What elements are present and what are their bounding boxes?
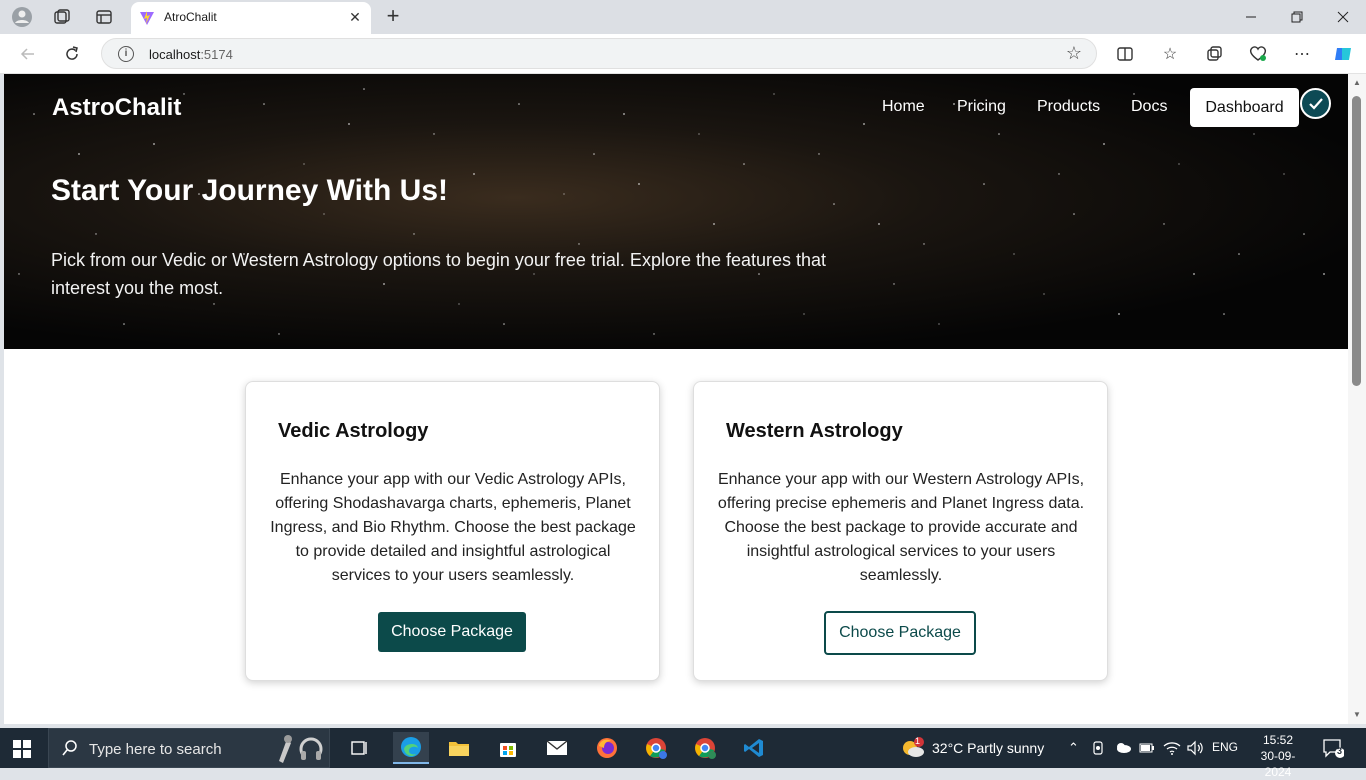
- windows-start-icon[interactable]: [12, 739, 32, 759]
- notification-count: 3: [1337, 746, 1343, 756]
- back-icon[interactable]: [16, 42, 40, 66]
- card-description: Enhance your app with our Vedic Astrolog…: [270, 471, 636, 584]
- minimize-icon[interactable]: [1228, 0, 1274, 34]
- search-highlight-icon: [269, 731, 325, 767]
- scroll-up-icon[interactable]: ▲: [1352, 78, 1362, 88]
- tab-actions-icon[interactable]: [93, 6, 115, 28]
- restore-icon[interactable]: [1274, 0, 1320, 34]
- meet-now-icon[interactable]: [1092, 740, 1106, 756]
- vscode-icon[interactable]: [736, 732, 772, 764]
- url-text[interactable]: localhost:5174: [149, 47, 233, 62]
- nav-home-link[interactable]: Home: [882, 98, 925, 116]
- windows-taskbar: Type here to search 1 32°C Partly sunny …: [0, 728, 1366, 779]
- nav-products-link[interactable]: Products: [1037, 98, 1100, 116]
- mail-icon[interactable]: [539, 732, 575, 764]
- tab-title: AtroChalit: [164, 10, 217, 24]
- card-title: Western Astrology: [726, 420, 903, 442]
- hero-section: AstroChalit Home Pricing Products Docs D…: [4, 74, 1348, 349]
- weather-text[interactable]: 32°C Partly sunny: [932, 740, 1044, 756]
- western-astrology-card: Western Astrology Enhance your app with …: [693, 381, 1108, 681]
- close-tab-icon[interactable]: ✕: [347, 9, 363, 25]
- refresh-icon[interactable]: [60, 42, 84, 66]
- language-indicator[interactable]: ENG: [1212, 740, 1238, 754]
- page-scrollbar[interactable]: ▲ ▼: [1348, 74, 1366, 724]
- copilot-icon[interactable]: [1331, 42, 1355, 66]
- weather-icon[interactable]: [900, 736, 926, 760]
- onedrive-icon[interactable]: [1114, 741, 1132, 755]
- site-info-icon[interactable]: i: [118, 46, 134, 62]
- browser-essentials-icon[interactable]: [1246, 42, 1270, 66]
- dashboard-button[interactable]: Dashboard: [1190, 88, 1299, 127]
- close-window-icon[interactable]: [1320, 0, 1366, 34]
- choose-package-button[interactable]: Choose Package: [378, 612, 526, 652]
- scrollbar-thumb[interactable]: [1352, 96, 1361, 386]
- browser-toolbar: i localhost:5174 ☆ ☆ ⋯: [0, 34, 1366, 74]
- card-description: Enhance your app with our Western Astrol…: [717, 471, 1085, 584]
- favorites-icon[interactable]: ☆: [1158, 42, 1182, 66]
- hero-title: Start Your Journey With Us!: [51, 174, 449, 207]
- split-screen-icon[interactable]: [1113, 42, 1137, 66]
- scroll-down-icon[interactable]: ▼: [1352, 710, 1362, 720]
- nav-docs-link[interactable]: Docs: [1131, 98, 1167, 116]
- card-title: Vedic Astrology: [278, 420, 429, 442]
- taskbar-search-box[interactable]: Type here to search: [48, 728, 330, 768]
- show-hidden-icons-chevron-icon[interactable]: ⌃: [1068, 740, 1079, 756]
- taskbar-clock[interactable]: 15:52 30-09-2024: [1248, 732, 1308, 780]
- chrome-profile-icon[interactable]: [687, 732, 723, 764]
- address-bar[interactable]: i localhost:5174 ☆: [101, 38, 1097, 69]
- nav-pricing-link[interactable]: Pricing: [957, 98, 1006, 116]
- browser-tab-bar: AtroChalit ✕ +: [0, 0, 1366, 34]
- chrome-icon[interactable]: [638, 732, 674, 764]
- workspaces-icon[interactable]: [51, 6, 73, 28]
- task-view-icon[interactable]: [342, 732, 378, 764]
- wifi-icon[interactable]: [1163, 740, 1181, 756]
- checkmark-avatar-icon[interactable]: [1300, 88, 1331, 119]
- battery-icon[interactable]: [1139, 741, 1155, 755]
- favorite-star-icon[interactable]: ☆: [1066, 43, 1082, 64]
- volume-icon[interactable]: [1186, 740, 1204, 756]
- firefox-icon[interactable]: [589, 732, 625, 764]
- clock-time: 15:52: [1262, 733, 1294, 747]
- store-icon[interactable]: [490, 732, 526, 764]
- more-options-icon[interactable]: ⋯: [1290, 42, 1314, 66]
- search-icon: [61, 739, 79, 757]
- weather-badge: 1: [915, 736, 921, 746]
- notification-center-icon[interactable]: 3: [1322, 738, 1345, 758]
- choose-package-button[interactable]: Choose Package: [824, 611, 976, 655]
- profile-icon[interactable]: [11, 6, 33, 28]
- search-placeholder: Type here to search: [89, 741, 222, 758]
- browser-tab-active[interactable]: AtroChalit ✕: [131, 2, 371, 34]
- clock-date: 30-09-2024: [1260, 749, 1296, 779]
- page-viewport: AstroChalit Home Pricing Products Docs D…: [4, 74, 1348, 724]
- edge-taskbar-icon[interactable]: [393, 732, 429, 764]
- file-explorer-icon[interactable]: [441, 732, 477, 764]
- vedic-astrology-card: Vedic Astrology Enhance your app with ou…: [245, 381, 660, 681]
- collections-icon[interactable]: [1202, 42, 1226, 66]
- hero-subtitle: Pick from our Vedic or Western Astrology…: [51, 250, 827, 298]
- new-tab-button[interactable]: +: [382, 5, 404, 28]
- brand-logo[interactable]: AstroChalit: [52, 94, 181, 122]
- vite-favicon-icon: [139, 10, 155, 26]
